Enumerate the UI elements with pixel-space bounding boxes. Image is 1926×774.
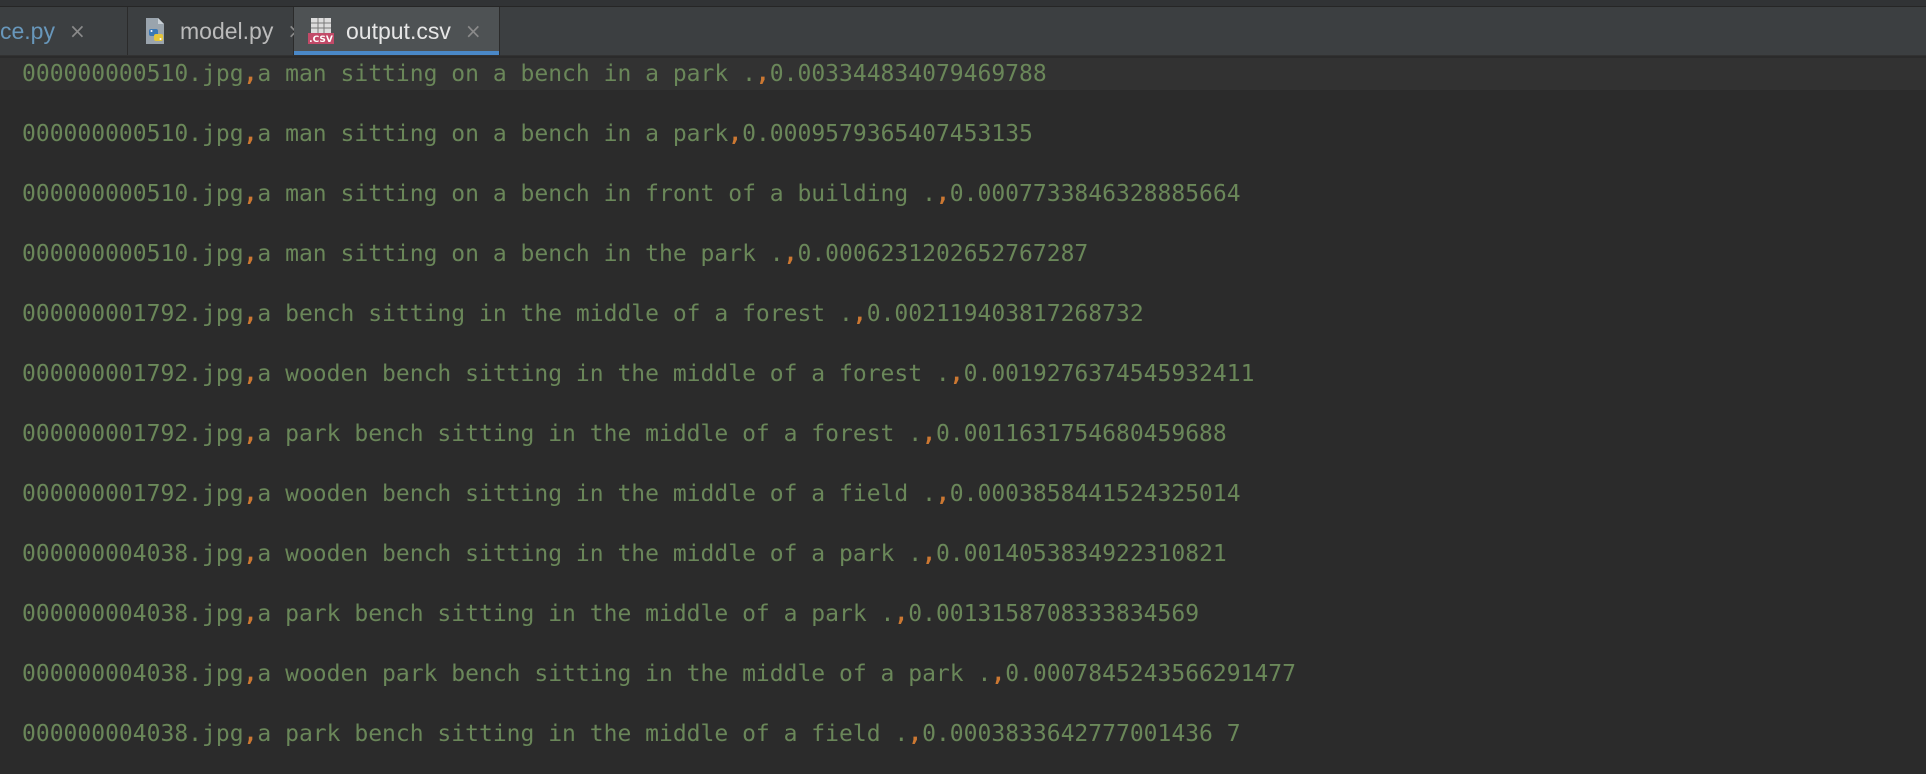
- separator: ,: [783, 241, 798, 267]
- separator: ,: [894, 601, 909, 627]
- separator: ,: [243, 481, 258, 507]
- close-icon[interactable]: ×: [69, 21, 86, 41]
- separator: ,: [243, 601, 258, 627]
- tab-label: output.csv: [346, 17, 451, 44]
- score: 0.0011631754680459688: [935, 421, 1227, 447]
- caption: a park bench sitting in the middle of a …: [257, 421, 923, 447]
- caption: a wooden bench sitting in the middle of …: [257, 541, 923, 567]
- file-name: 000000000510.jpg: [22, 61, 244, 87]
- python-file-icon: [146, 18, 164, 44]
- csv-file-icon: .CSV: [308, 18, 334, 45]
- editor-area[interactable]: 000000000510.jpg,a man sitting on a benc…: [0, 56, 1926, 774]
- score: 0.0006231202652767287: [797, 241, 1089, 267]
- caption: a park bench sitting in the middle of a …: [257, 721, 909, 747]
- score: 0.0009579365407453135: [742, 121, 1033, 147]
- caption: a man sitting on a bench in a park .: [257, 61, 756, 87]
- tab-model-py[interactable]: model.py ×: [128, 7, 304, 55]
- csv-line[interactable]: 000000001792.jpg,a park bench sitting in…: [0, 418, 1926, 450]
- caption: a man sitting on a bench in the park .: [257, 241, 784, 267]
- file-name: 000000000510.jpg: [22, 181, 244, 207]
- separator: ,: [243, 361, 258, 387]
- caption: a park bench sitting in the middle of a …: [257, 601, 895, 627]
- tab-output-csv[interactable]: .CSV output.csv ×: [294, 7, 500, 55]
- tab-label: ce.py: [0, 17, 55, 44]
- separator: ,: [243, 661, 258, 687]
- separator: ,: [243, 541, 258, 567]
- file-name: 000000004038.jpg: [22, 541, 244, 567]
- ide-window: ce.py × model.py × .CSV: [0, 0, 1926, 774]
- separator: ,: [243, 241, 258, 267]
- separator: ,: [922, 421, 936, 447]
- file-name: 000000001792.jpg: [22, 301, 244, 327]
- score: 0.0019276374545932411: [963, 361, 1255, 387]
- csv-line[interactable]: 000000004038.jpg,a wooden bench sitting …: [0, 538, 1926, 570]
- caption: a man sitting on a bench in front of a b…: [257, 181, 936, 207]
- separator: ,: [243, 121, 258, 147]
- separator: ,: [243, 721, 258, 747]
- csv-line[interactable]: 000000000510.jpg,a man sitting on a benc…: [0, 58, 1926, 90]
- score: 0.0003833642777001436 7: [922, 721, 1241, 747]
- csv-line[interactable]: 000000004038.jpg,a park bench sitting in…: [0, 718, 1926, 750]
- caption: a wooden park bench sitting in the middl…: [257, 661, 992, 687]
- file-name: 000000001792.jpg: [22, 361, 244, 387]
- editor-tab-bar: ce.py × model.py × .CSV: [0, 7, 1926, 56]
- separator: ,: [852, 301, 867, 327]
- file-name: 000000001792.jpg: [22, 481, 244, 507]
- csv-line[interactable]: 000000001792.jpg,a wooden bench sitting …: [0, 358, 1926, 390]
- score: 0.0007733846328885664: [949, 181, 1241, 207]
- csv-line[interactable]: 000000000510.jpg,a man sitting on a benc…: [0, 238, 1926, 270]
- separator: ,: [243, 421, 258, 447]
- score: 0.0014053834922310821: [935, 541, 1227, 567]
- separator: ,: [908, 721, 923, 747]
- file-name: 000000001792.jpg: [22, 421, 244, 447]
- csv-line[interactable]: 000000000510.jpg,a man sitting on a benc…: [0, 118, 1926, 150]
- csv-line[interactable]: 000000004038.jpg,a wooden park bench sit…: [0, 658, 1926, 690]
- score: 0.0003858441524325014: [949, 481, 1241, 507]
- separator: ,: [991, 661, 1006, 687]
- csv-line[interactable]: 000000001792.jpg,a bench sitting in the …: [0, 298, 1926, 330]
- score: 0.003344834079469788: [769, 61, 1047, 87]
- caption: a bench sitting in the middle of a fores…: [257, 301, 853, 327]
- tab-label: model.py: [180, 17, 274, 44]
- tab-ce-py[interactable]: ce.py ×: [0, 7, 128, 55]
- caption: a man sitting on a bench in a park: [257, 121, 729, 147]
- score: 0.0007845243566291477: [1005, 661, 1296, 687]
- file-name: 000000004038.jpg: [22, 601, 244, 627]
- file-name: 000000000510.jpg: [22, 121, 244, 147]
- file-name: 000000004038.jpg: [22, 661, 244, 687]
- separator: ,: [922, 541, 936, 567]
- separator: ,: [935, 481, 950, 507]
- csv-line[interactable]: 000000004038.jpg,a park bench sitting in…: [0, 598, 1926, 630]
- window-top-strip: [0, 0, 1926, 7]
- separator: ,: [243, 61, 258, 87]
- caption: a wooden bench sitting in the middle of …: [257, 481, 936, 507]
- file-name: 000000000510.jpg: [22, 241, 244, 267]
- separator: ,: [949, 361, 964, 387]
- csv-badge-text: .CSV: [309, 35, 333, 45]
- separator: ,: [728, 121, 743, 147]
- separator: ,: [935, 181, 950, 207]
- separator: ,: [243, 301, 258, 327]
- csv-line[interactable]: 000000001792.jpg,a wooden bench sitting …: [0, 478, 1926, 510]
- separator: ,: [755, 61, 770, 87]
- file-name: 000000004038.jpg: [22, 721, 244, 747]
- csv-line[interactable]: 000000000510.jpg,a man sitting on a benc…: [0, 178, 1926, 210]
- close-icon[interactable]: ×: [465, 21, 482, 41]
- score: 0.0013158708333834569: [908, 601, 1200, 627]
- score: 0.002119403817268732: [866, 301, 1144, 327]
- separator: ,: [243, 181, 258, 207]
- caption: a wooden bench sitting in the middle of …: [257, 361, 950, 387]
